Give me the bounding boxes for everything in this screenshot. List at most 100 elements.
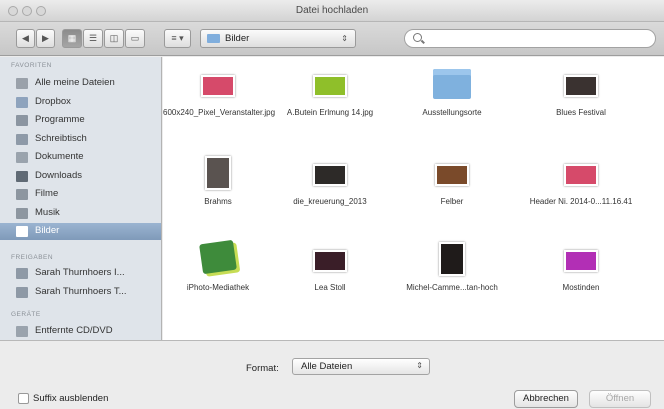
sidebar-item-label: Downloads	[35, 169, 82, 181]
forward-button[interactable]: ▶	[36, 29, 55, 48]
image-thumbnail-icon	[435, 164, 469, 186]
sidebar-item-bilder[interactable]: Bilder	[0, 223, 161, 240]
sidebar-item-label: Bilder	[35, 225, 60, 236]
file-name: die_kreuerung_2013	[293, 197, 367, 206]
image-thumbnail-icon	[313, 164, 347, 186]
pictures-icon	[16, 226, 28, 237]
sidebar-item-sarah-thurnhoers-t[interactable]: Sarah Thurnhoers T...	[0, 284, 161, 301]
dropbox-folder-icon	[16, 96, 28, 108]
popup-arrows-icon: ⇕	[416, 361, 423, 370]
file-name: Ausstellungsorte	[422, 108, 482, 117]
popup-arrows-icon: ⇕	[341, 34, 348, 43]
image-thumbnail-icon	[564, 75, 598, 97]
file-item[interactable]: Blues Festival	[526, 67, 636, 147]
sidebar-item-musik[interactable]: Musik	[0, 205, 161, 222]
file-name: Brahms	[204, 197, 232, 206]
sidebar-item-filme[interactable]: Filme	[0, 186, 161, 203]
file-name: 600x240_Pixel_Veranstalter.jpg	[163, 108, 276, 117]
file-name: Lea Stoll	[314, 283, 346, 292]
search-field[interactable]	[404, 29, 656, 48]
remote-disc-icon	[16, 326, 28, 337]
network-computer-icon	[16, 268, 28, 279]
sidebar-item-label: Entfernte CD/DVD	[35, 325, 113, 336]
format-select-value: Alle Dateien	[301, 361, 353, 372]
image-thumbnail-icon	[205, 156, 231, 190]
file-item[interactable]: die_kreuerung_2013	[275, 156, 385, 236]
list-view-button[interactable]: ☰	[83, 29, 103, 48]
sidebar-section-shared: FREIGABEN	[11, 254, 54, 261]
file-item[interactable]: Felber	[397, 156, 507, 236]
sidebar-item-sarah-thurnhoers-i[interactable]: Sarah Thurnhoers I...	[0, 265, 161, 282]
file-name: iPhoto-Mediathek	[186, 283, 250, 292]
image-thumbnail-icon	[564, 250, 598, 272]
file-item[interactable]: Brahms	[163, 156, 273, 236]
location-popup[interactable]: Bilder ⇕	[200, 29, 356, 48]
file-item[interactable]: iPhoto-Mediathek	[163, 239, 273, 322]
file-item[interactable]: Michel-Camme...tan-hoch	[397, 242, 507, 322]
file-name: Michel-Camme...tan-hoch	[406, 283, 498, 292]
dialog-footer: Format: Alle Dateien ⇕ Suffix ausblenden…	[0, 340, 664, 409]
image-thumbnail-icon	[313, 250, 347, 272]
sidebar-item-label: Alle meine Dateien	[35, 77, 115, 88]
title-bar: Datei hochladen	[0, 0, 664, 22]
file-item[interactable]: Lea Stoll	[275, 242, 385, 322]
file-item[interactable]: Header Ni. 2014-0...11.16.41	[526, 156, 636, 236]
image-thumbnail-icon	[439, 242, 465, 276]
sidebar-item-dropbox[interactable]: Dropbox	[0, 94, 161, 111]
file-name: Felber	[440, 197, 464, 206]
window-title: Datei hochladen	[295, 5, 369, 16]
all-files-icon	[16, 78, 28, 89]
image-thumbnail-icon	[564, 164, 598, 186]
sidebar-item-label: Musik	[35, 206, 60, 218]
sidebar-section-favorites: FAVORITEN	[11, 62, 52, 69]
pictures-folder-icon	[207, 34, 220, 43]
file-name: Mostinden	[562, 283, 600, 292]
sidebar-item-downloads[interactable]: Downloads	[0, 168, 161, 185]
applications-icon	[16, 115, 28, 126]
sidebar: FAVORITEN Alle meine Dateien Dropbox Progr…	[0, 57, 162, 340]
format-select[interactable]: Alle Dateien ⇕	[292, 358, 430, 375]
file-item[interactable]: Mostinden	[526, 242, 636, 322]
search-icon	[413, 33, 422, 42]
image-thumbnail-icon	[201, 75, 235, 97]
hide-suffix-label: Suffix ausblenden	[33, 393, 109, 404]
sidebar-item-label: Sarah Thurnhoers T...	[35, 285, 127, 297]
sidebar-item-entfernte-cd-dvd[interactable]: Entfernte CD/DVD	[0, 323, 161, 340]
file-item[interactable]: A.Butein Erlmung 14.jpg	[275, 67, 385, 147]
file-name: Blues Festival	[556, 108, 606, 117]
toolbar: ◀ ▶ ▦ ☰ ◫ ▭ ≡ ▾ Bilder ⇕	[0, 22, 664, 56]
sidebar-item-programme[interactable]: Programme	[0, 112, 161, 129]
open-button[interactable]: Öffnen	[589, 390, 651, 408]
downloads-icon	[16, 170, 28, 182]
sidebar-section-devices: GERÄTE	[11, 311, 41, 318]
back-button[interactable]: ◀	[16, 29, 35, 48]
file-item[interactable]: Ausstellungsorte	[397, 67, 507, 147]
sidebar-item-label: Schreibtisch	[35, 132, 87, 144]
image-thumbnail-icon	[313, 75, 347, 97]
file-name: Header Ni. 2014-0...11.16.41	[529, 197, 633, 206]
documents-icon	[16, 152, 28, 163]
file-browser: 600x240_Pixel_Veranstalter.jpg A.Butein E…	[163, 57, 664, 340]
iphoto-library-icon	[199, 239, 237, 275]
file-name: A.Butein Erlmung 14.jpg	[286, 108, 374, 117]
sidebar-item-label: Filme	[35, 188, 59, 199]
movies-icon	[16, 189, 28, 200]
music-icon	[16, 207, 28, 219]
location-label: Bilder	[225, 33, 250, 44]
sidebar-item-alle-meine-dateien[interactable]: Alle meine Dateien	[0, 75, 161, 92]
sidebar-item-dokumente[interactable]: Dokumente	[0, 149, 161, 166]
format-label: Format:	[246, 363, 279, 374]
sidebar-item-label: Dropbox	[35, 95, 71, 107]
hide-suffix-checkbox[interactable]	[18, 393, 29, 404]
file-item[interactable]: 600x240_Pixel_Veranstalter.jpg	[163, 67, 276, 147]
network-computer-icon	[16, 286, 28, 298]
sidebar-item-label: Programme	[35, 114, 85, 125]
cancel-button[interactable]: Abbrechen	[514, 390, 578, 408]
coverflow-view-button[interactable]: ▭	[125, 29, 145, 48]
column-view-button[interactable]: ◫	[104, 29, 124, 48]
arrange-button[interactable]: ≡ ▾	[164, 29, 191, 48]
folder-icon	[433, 69, 471, 99]
sidebar-item-label: Sarah Thurnhoers I...	[35, 267, 125, 278]
sidebar-item-schreibtisch[interactable]: Schreibtisch	[0, 131, 161, 148]
icon-view-button[interactable]: ▦	[62, 29, 82, 48]
